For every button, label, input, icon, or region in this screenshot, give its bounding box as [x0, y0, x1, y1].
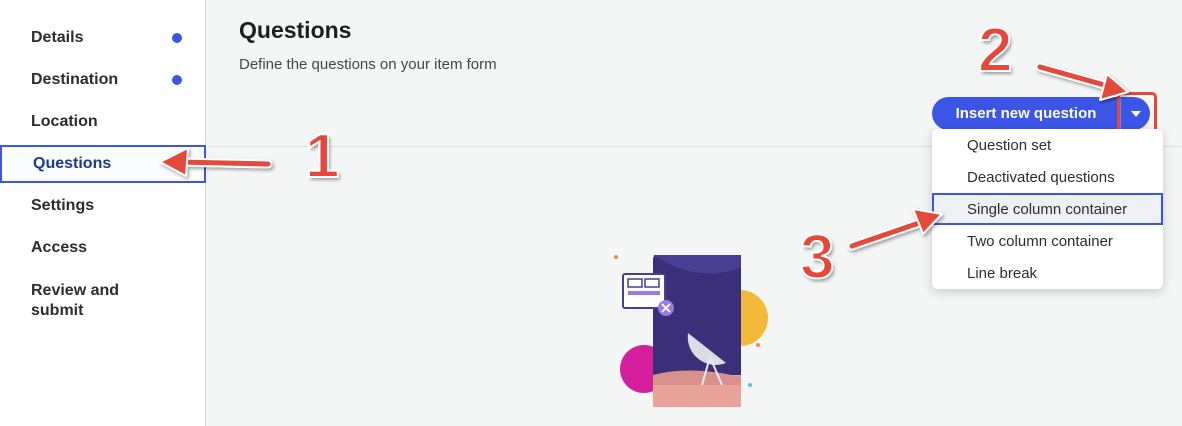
sidebar: Details Destination Location Questions S… — [0, 0, 206, 426]
menu-item-line-break[interactable]: Line break — [932, 257, 1163, 289]
sidebar-item-label: Destination — [31, 71, 119, 88]
step-number-3: 3 — [799, 223, 836, 292]
sidebar-item-label: Settings — [31, 197, 95, 214]
page-title: Questions — [239, 17, 352, 43]
sidebar-item-questions[interactable]: Questions — [0, 145, 206, 183]
menu-item-two-column-container[interactable]: Two column container — [932, 225, 1163, 257]
sidebar-item-label: Questions — [33, 155, 112, 172]
status-dot-icon — [172, 75, 182, 85]
arrow-to-single-column-container-icon — [847, 208, 943, 251]
insert-question-menu: Question set Deactivated questions Singl… — [932, 129, 1163, 289]
sidebar-item-location[interactable]: Location — [0, 104, 206, 140]
sidebar-item-label: Details — [31, 29, 84, 46]
insert-question-dropdown-toggle[interactable] — [1120, 97, 1150, 130]
menu-item-deactivated-questions[interactable]: Deactivated questions — [932, 161, 1163, 193]
sidebar-item-label: Access — [31, 239, 88, 256]
sidebar-item-label: Review and submit — [31, 282, 120, 319]
empty-state-illustration — [614, 255, 768, 407]
insert-question-split-button: Insert new question — [932, 97, 1150, 130]
menu-item-single-column-container[interactable]: Single column container — [932, 193, 1163, 225]
menu-item-question-set[interactable]: Question set — [932, 129, 1163, 161]
sidebar-item-label: Location — [31, 113, 98, 130]
page-subtitle: Define the questions on your item form — [239, 56, 497, 73]
step-number-1: 1 — [304, 122, 341, 191]
step-number-2: 2 — [977, 16, 1014, 85]
insert-new-question-button[interactable]: Insert new question — [932, 97, 1120, 130]
sidebar-item-settings[interactable]: Settings — [0, 188, 206, 224]
sidebar-item-destination[interactable]: Destination — [0, 62, 206, 98]
sidebar-item-review-and-submit[interactable]: Review and submit — [0, 279, 140, 323]
sidebar-item-access[interactable]: Access — [0, 230, 206, 266]
caret-down-icon — [1130, 110, 1141, 117]
sidebar-item-details[interactable]: Details — [0, 20, 206, 56]
status-dot-icon — [172, 33, 182, 43]
